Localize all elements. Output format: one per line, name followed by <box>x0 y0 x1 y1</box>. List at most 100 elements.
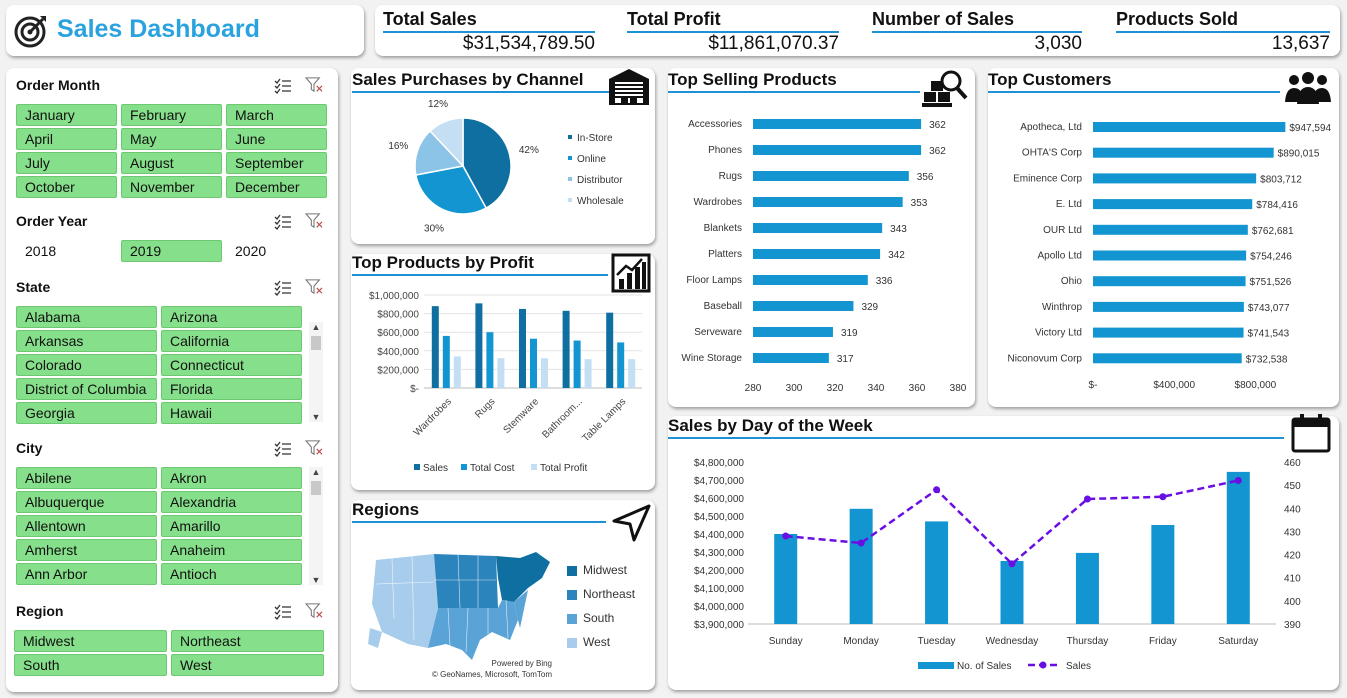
slicer-item-december[interactable]: December <box>226 176 327 198</box>
customers-data-label: $784,416 <box>1256 200 1298 211</box>
customers-bar <box>1093 173 1257 184</box>
map-credit-sources: © GeoNames, Microsoft, TomTom <box>432 670 552 679</box>
slicer-item-january[interactable]: January <box>16 104 117 126</box>
customers-bar <box>1093 147 1274 158</box>
pie-data-label: 16% <box>388 141 408 152</box>
slicer-panel: Order Month January February March April May J… <box>6 68 338 692</box>
slicer-title-order-year: Order Year <box>16 213 88 229</box>
slicer-scrollbar[interactable]: ▲ ▼ <box>309 467 323 585</box>
scroll-up-icon[interactable]: ▲ <box>309 467 323 477</box>
navigation-arrow-icon <box>612 504 651 542</box>
slicer-item-august[interactable]: August <box>121 152 222 174</box>
customers-category-label: E. Ltd <box>1056 199 1082 210</box>
slicer-title-order-month: Order Month <box>16 77 100 93</box>
slicer-item-july[interactable]: July <box>16 152 117 174</box>
slicer-item-south[interactable]: South <box>14 654 167 676</box>
weekday-y2-tick: 390 <box>1284 620 1301 631</box>
scroll-up-icon[interactable]: ▲ <box>309 322 323 332</box>
slicer-item-georgia[interactable]: Georgia <box>16 402 157 424</box>
slicer-item-california[interactable]: California <box>161 330 302 352</box>
weekday-y-tick: $4,000,000 <box>694 602 744 613</box>
profit-bar-sales <box>475 303 483 388</box>
multi-select-icon[interactable] <box>274 214 292 230</box>
multi-select-icon[interactable] <box>274 78 292 94</box>
clear-filter-icon[interactable] <box>305 77 323 93</box>
customers-bar <box>1093 276 1246 287</box>
profit-y-tick: $200,000 <box>377 365 419 376</box>
customers-bar <box>1093 301 1244 312</box>
slicer-item-2020[interactable]: 2020 <box>226 240 327 262</box>
pie-data-label: 12% <box>428 99 448 110</box>
slicer-item-albuquerque[interactable]: Albuquerque <box>16 491 157 513</box>
slicer-item-february[interactable]: February <box>121 104 222 126</box>
slicer-scrollbar[interactable]: ▲ ▼ <box>309 322 323 422</box>
customers-data-label: $947,594 <box>1289 123 1331 134</box>
slicer-item-2019[interactable]: 2019 <box>121 240 222 262</box>
multi-select-icon[interactable] <box>274 604 292 620</box>
scroll-down-icon[interactable]: ▼ <box>309 575 323 585</box>
slicer-item-colorado[interactable]: Colorado <box>16 354 157 376</box>
slicer-item-northeast[interactable]: Northeast <box>171 630 324 652</box>
slicer-item-march[interactable]: March <box>226 104 327 126</box>
kpi-total-profit-value: $11,861,070.37 <box>708 33 839 54</box>
map-legend-label: West <box>583 635 611 649</box>
profit-bar-total-profit <box>541 358 548 388</box>
slicer-item-april[interactable]: April <box>16 128 117 150</box>
customers-data-label: $732,538 <box>1246 354 1288 365</box>
clear-filter-icon[interactable] <box>305 213 323 229</box>
customers-x-tick: $800,000 <box>1235 380 1277 391</box>
products-data-label: 356 <box>917 172 934 183</box>
slicer-item-district-of-columbia[interactable]: District of Columbia <box>16 378 157 400</box>
slicer-item-allentown[interactable]: Allentown <box>16 515 157 537</box>
slicer-item-amherst[interactable]: Amherst <box>16 539 157 561</box>
multi-select-icon[interactable] <box>274 280 292 296</box>
slicer-item-connecticut[interactable]: Connecticut <box>161 354 302 376</box>
customers-category-label: Eminence Corp <box>1013 173 1082 184</box>
slicer-item-abilene[interactable]: Abilene <box>16 467 157 489</box>
slicer-item-florida[interactable]: Florida <box>161 378 302 400</box>
scrollbar-thumb[interactable] <box>311 481 321 495</box>
regions-title: Regions <box>352 500 420 519</box>
products-bar <box>753 197 903 207</box>
slicer-item-antioch[interactable]: Antioch <box>161 563 302 585</box>
weekday-y2-tick: 430 <box>1284 527 1301 538</box>
products-data-label: 317 <box>837 354 854 365</box>
slicer-item-alexandria[interactable]: Alexandria <box>161 491 302 513</box>
slicer-item-midwest[interactable]: Midwest <box>14 630 167 652</box>
slicer-item-arkansas[interactable]: Arkansas <box>16 330 157 352</box>
clear-filter-icon[interactable] <box>305 440 323 456</box>
products-category-label: Phones <box>708 145 742 156</box>
clear-filter-icon[interactable] <box>305 603 323 619</box>
slicer-item-alabama[interactable]: Alabama <box>16 306 157 328</box>
slicer-item-2018[interactable]: 2018 <box>16 240 117 262</box>
clear-filter-icon[interactable] <box>305 279 323 295</box>
customers-data-label: $743,077 <box>1248 303 1290 314</box>
slicer-item-september[interactable]: September <box>226 152 327 174</box>
kpi-number-of-sales-value: 3,030 <box>1034 33 1082 54</box>
scrollbar-thumb[interactable] <box>311 336 321 350</box>
slicer-item-june[interactable]: June <box>226 128 327 150</box>
profit-legend-marker <box>414 464 420 470</box>
profit-legend-marker <box>531 464 537 470</box>
slicer-item-anaheim[interactable]: Anaheim <box>161 539 302 561</box>
slicer-item-akron[interactable]: Akron <box>161 467 302 489</box>
profit-legend-label: Sales <box>423 463 448 474</box>
scroll-down-icon[interactable]: ▼ <box>309 412 323 422</box>
slicer-item-hawaii[interactable]: Hawaii <box>161 402 302 424</box>
kpi-products-sold-label: Products Sold <box>1116 9 1239 29</box>
profit-bar-total-profit <box>628 359 636 388</box>
multi-select-icon[interactable] <box>274 441 292 457</box>
slicer-item-arizona[interactable]: Arizona <box>161 306 302 328</box>
slicer-item-ann-arbor[interactable]: Ann Arbor <box>16 563 157 585</box>
slicer-item-may[interactable]: May <box>121 128 222 150</box>
kpi-products-sold-value: 13,637 <box>1271 33 1330 54</box>
slicer-item-amarillo[interactable]: Amarillo <box>161 515 302 537</box>
slicer-item-october[interactable]: October <box>16 176 117 198</box>
profit-title: Top Products by Profit <box>352 253 534 272</box>
slicer-item-november[interactable]: November <box>121 176 222 198</box>
pie-legend-label: In-Store <box>577 133 613 144</box>
slicer-item-west[interactable]: West <box>171 654 324 676</box>
profit-bar-sales <box>431 306 439 388</box>
weekday-y2-tick: 440 <box>1284 504 1301 515</box>
map-credit: Powered by Bing <box>491 659 552 668</box>
